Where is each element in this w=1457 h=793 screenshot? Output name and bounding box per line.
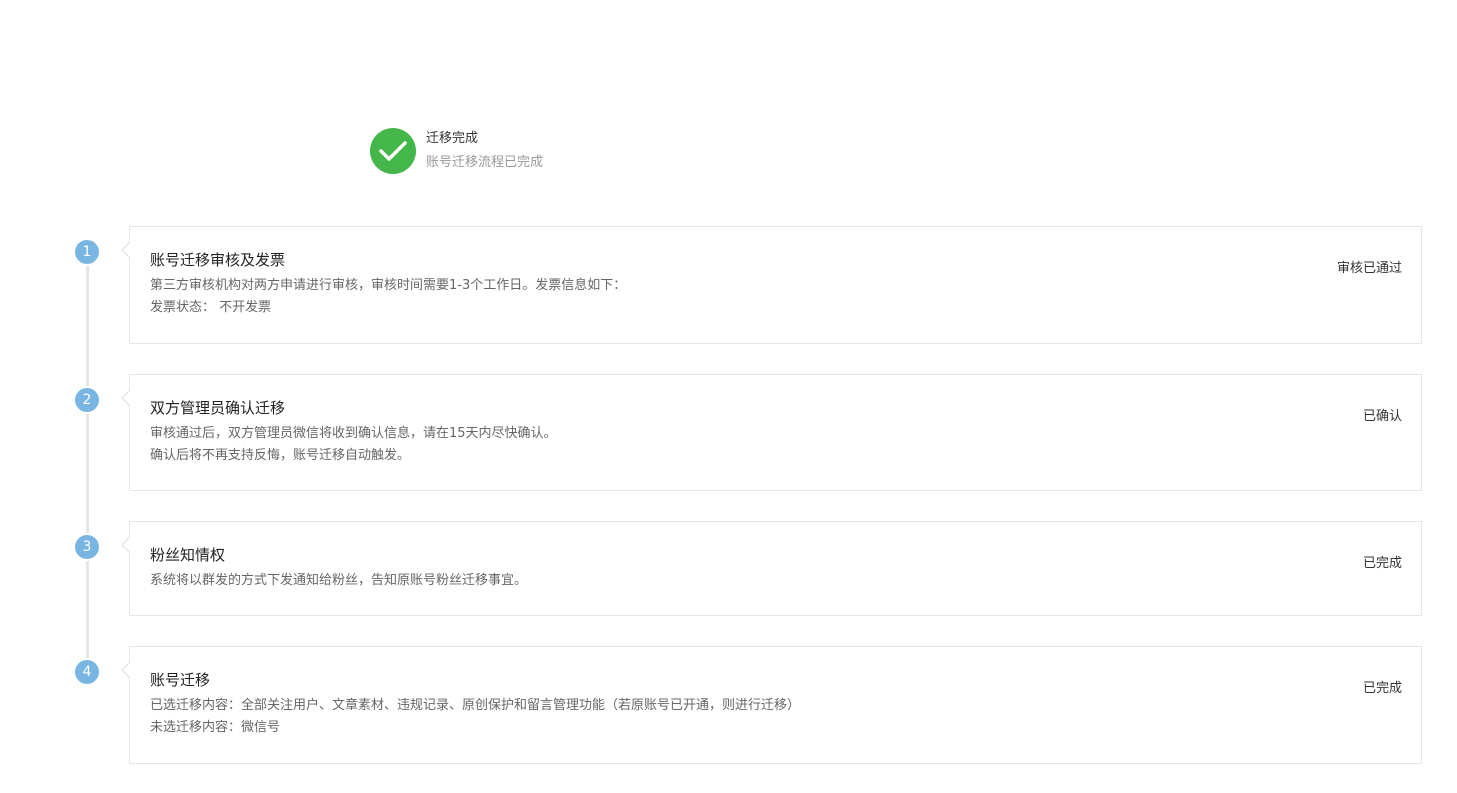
migration-complete-text: 迁移完成 账号迁移流程已完成 bbox=[426, 130, 543, 171]
step-title: 账号迁移 bbox=[150, 671, 211, 689]
step-description-line: 第三方审核机构对两方申请进行审核，审核时间需要1-3个工作日。发票信息如下： bbox=[150, 278, 627, 293]
timeline-line bbox=[86, 252, 89, 672]
migration-complete-header: 迁移完成 账号迁移流程已完成 bbox=[370, 127, 543, 175]
page-subtitle: 账号迁移流程已完成 bbox=[426, 155, 544, 170]
step-card: 账号迁移审核及发票 第三方审核机构对两方申请进行审核，审核时间需要1-3个工作日… bbox=[121, 226, 1422, 344]
step-card: 账号迁移 已选迁移内容：全部关注用户、文章素材、违规记录、原创保护和留言管理功能… bbox=[121, 646, 1422, 764]
step-description-line: 审核通过后，双方管理员微信将收到确认信息，请在15天内尽快确认。 bbox=[150, 426, 557, 441]
step-description: 审核通过后，双方管理员微信将收到确认信息，请在15天内尽快确认。 确认后将不再支… bbox=[150, 423, 557, 467]
step-number-badge: 1 bbox=[75, 240, 99, 264]
step-description: 已选迁移内容：全部关注用户、文章素材、违规记录、原创保护和留言管理功能（若原账号… bbox=[150, 695, 800, 739]
step-description: 第三方审核机构对两方申请进行审核，审核时间需要1-3个工作日。发票信息如下： 发… bbox=[150, 275, 626, 319]
page-title: 迁移完成 bbox=[426, 131, 479, 147]
step-card: 双方管理员确认迁移 审核通过后，双方管理员微信将收到确认信息，请在15天内尽快确… bbox=[121, 374, 1422, 491]
step-number-badge: 2 bbox=[75, 388, 99, 412]
step-status: 已完成 bbox=[1362, 556, 1402, 571]
step-title: 粉丝知情权 bbox=[150, 546, 226, 564]
step-description-line: 发票状态： 不开发票 bbox=[150, 300, 272, 315]
step-description-line: 系统将以群发的方式下发通知给粉丝，告知原账号粉丝迁移事宜。 bbox=[150, 573, 528, 588]
step-title: 账号迁移审核及发票 bbox=[150, 251, 286, 269]
step-title: 双方管理员确认迁移 bbox=[150, 399, 286, 417]
step-status: 审核已通过 bbox=[1336, 261, 1402, 276]
step-card: 粉丝知情权 系统将以群发的方式下发通知给粉丝，告知原账号粉丝迁移事宜。 已完成 bbox=[121, 521, 1422, 616]
step-description-line: 未选迁移内容：微信号 bbox=[150, 720, 281, 735]
step-status: 已完成 bbox=[1362, 681, 1402, 696]
step-description-line: 确认后将不再支持反悔，账号迁移自动触发。 bbox=[150, 448, 411, 463]
check-icon bbox=[370, 128, 416, 174]
step-description-line: 已选迁移内容：全部关注用户、文章素材、违规记录、原创保护和留言管理功能（若原账号… bbox=[150, 698, 801, 713]
step-number-badge: 3 bbox=[75, 535, 99, 559]
step-description: 系统将以群发的方式下发通知给粉丝，告知原账号粉丝迁移事宜。 bbox=[150, 570, 527, 592]
step-status: 已确认 bbox=[1362, 409, 1402, 424]
step-number-badge: 4 bbox=[75, 660, 99, 684]
